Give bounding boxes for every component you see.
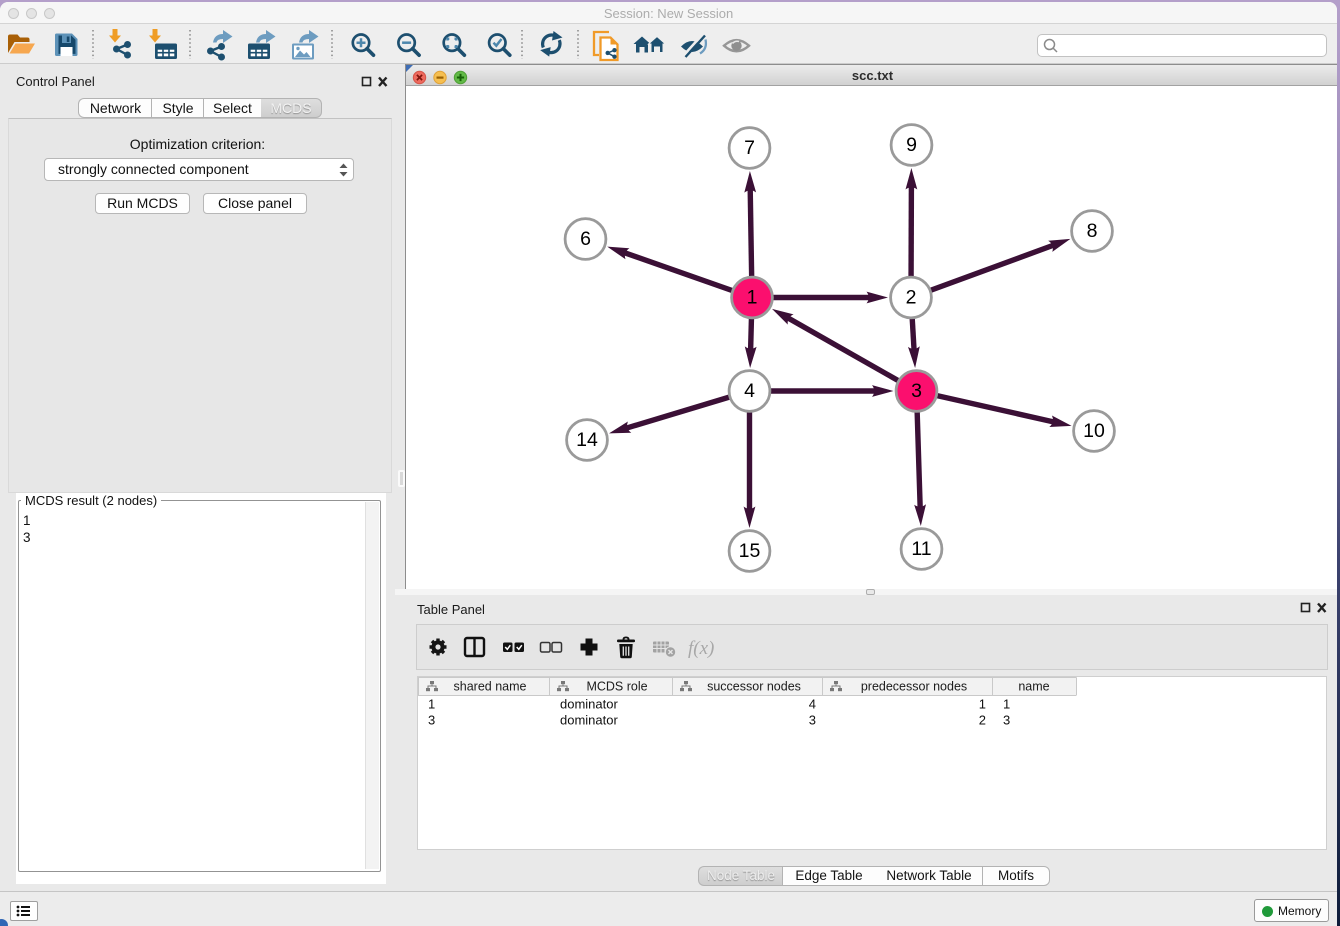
svg-text:4: 4 <box>744 380 755 402</box>
svg-text:predecessor nodes: predecessor nodes <box>861 680 967 694</box>
svg-text:1: 1 <box>428 697 435 712</box>
svg-text:3: 3 <box>428 713 435 728</box>
svg-text:14: 14 <box>576 429 598 451</box>
svg-text:8: 8 <box>1087 220 1098 242</box>
svg-text:2: 2 <box>906 287 917 309</box>
svg-text:9: 9 <box>906 134 917 156</box>
svg-text:3: 3 <box>1003 713 1010 728</box>
svg-text:1: 1 <box>979 697 986 712</box>
svg-text:2: 2 <box>979 713 986 728</box>
svg-text:f(x): f(x) <box>688 638 714 659</box>
svg-text:MCDS role: MCDS role <box>586 680 647 694</box>
svg-text:4: 4 <box>809 697 816 712</box>
svg-text:dominator: dominator <box>560 697 618 712</box>
svg-text:dominator: dominator <box>560 713 618 728</box>
svg-text:1: 1 <box>747 287 758 309</box>
svg-text:name: name <box>1018 680 1049 694</box>
svg-text:shared name: shared name <box>454 680 527 694</box>
svg-text:15: 15 <box>739 540 761 562</box>
svg-text:3: 3 <box>809 713 816 728</box>
svg-text:7: 7 <box>744 137 755 159</box>
svg-text:6: 6 <box>580 228 591 250</box>
svg-text:3: 3 <box>911 380 922 402</box>
svg-text:1: 1 <box>1003 697 1010 712</box>
svg-text:successor nodes: successor nodes <box>707 680 801 694</box>
svg-text:10: 10 <box>1083 420 1105 442</box>
svg-text:11: 11 <box>911 538 931 560</box>
